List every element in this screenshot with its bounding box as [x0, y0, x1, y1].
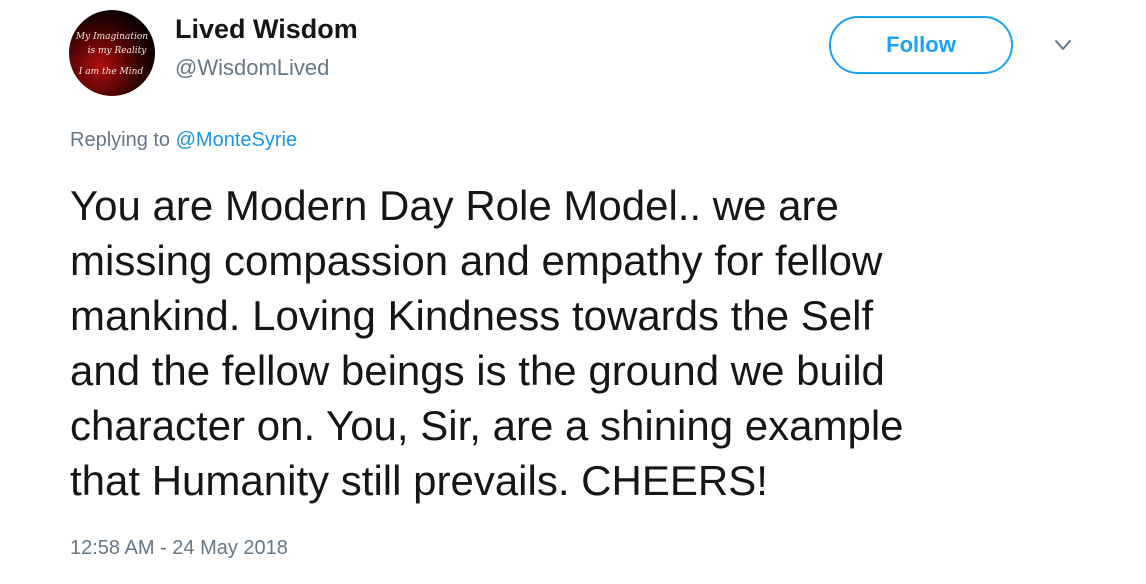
- author-handle[interactable]: @WisdomLived: [175, 55, 329, 81]
- tweet-text-line: You are Modern Day Role Model.. we are: [70, 182, 839, 229]
- replying-to-label: Replying to: [70, 129, 171, 151]
- tweet-text-line: that Humanity still prevails. CHEERS!: [70, 457, 768, 504]
- tweet-timestamp[interactable]: 12:58 AM - 24 May 2018: [70, 537, 288, 560]
- avatar[interactable]: My Imagination is my Reality I am the Mi…: [69, 10, 155, 96]
- tweet-text-line: missing compassion and empathy for fello…: [70, 237, 883, 284]
- avatar-text-line-1: My Imagination: [75, 32, 149, 42]
- tweet-card: My Imagination is my Reality I am the Mi…: [0, 0, 1146, 584]
- tweet-text-line: character on. You, Sir, are a shining ex…: [70, 402, 904, 449]
- reply-mention-link[interactable]: @MonteSyrie: [176, 129, 297, 151]
- author-display-name[interactable]: Lived Wisdom: [175, 14, 358, 45]
- avatar-text-line-3: I am the Mind: [78, 67, 144, 77]
- avatar-text-line-2: is my Reality: [87, 46, 147, 56]
- tweet-text-line: and the fellow beings is the ground we b…: [70, 347, 885, 394]
- chevron-down-icon[interactable]: [1054, 38, 1072, 52]
- follow-button[interactable]: Follow: [829, 16, 1013, 74]
- tweet-text-line: mankind. Loving Kindness towards the Sel…: [70, 292, 874, 339]
- replying-to: Replying to @MonteSyrie: [70, 129, 297, 152]
- tweet-text: You are Modern Day Role Model.. we are m…: [70, 178, 1130, 508]
